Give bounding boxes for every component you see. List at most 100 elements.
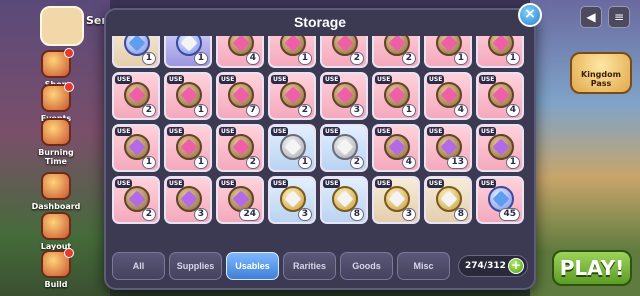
item-slot[interactable]: USE1	[424, 36, 472, 68]
item-count: 2	[297, 104, 312, 117]
item-slot[interactable]: USE4	[476, 72, 524, 120]
dashboard-icon	[41, 172, 71, 200]
item-slot[interactable]: USE1	[164, 72, 212, 120]
item-slot[interactable]: USE1	[476, 36, 524, 68]
item-slot[interactable]: USE4	[216, 36, 264, 68]
tab-supplies[interactable]: Supplies	[169, 252, 222, 280]
item-slot[interactable]: USE 3	[372, 176, 420, 224]
item-count: 1	[193, 104, 208, 117]
tab-misc[interactable]: Misc	[397, 252, 450, 280]
item-slot[interactable]: USE1	[112, 124, 160, 172]
item-slot[interactable]: USE 45	[476, 176, 524, 224]
burning-time-button[interactable]: Burning Time	[28, 118, 84, 166]
item-slot[interactable]: USE2	[112, 72, 160, 120]
gem-icon	[180, 86, 198, 104]
item-count: 3	[193, 208, 208, 221]
item-count: 3	[297, 208, 312, 221]
item-count: 3	[401, 208, 416, 221]
item-slot[interactable]: USE1	[164, 36, 212, 68]
gem-icon	[336, 138, 354, 156]
build-button[interactable]: Build	[28, 248, 84, 289]
top-right-toolbar: ◀ ≡	[580, 6, 630, 28]
megaphone-icon[interactable]: ◀	[580, 6, 602, 28]
gem-icon	[284, 86, 302, 104]
gem-icon	[388, 36, 406, 52]
item-count: 24	[239, 208, 260, 221]
item-slot[interactable]: USE1	[164, 124, 212, 172]
item-slot[interactable]: USE2	[320, 36, 368, 68]
item-count: 3	[349, 104, 364, 117]
item-count: 1	[505, 156, 520, 169]
kingdom-pass-button[interactable]: Kingdom Pass	[570, 52, 632, 94]
item-slot[interactable]: USE 8	[424, 176, 472, 224]
item-slot[interactable]: USE 3	[268, 176, 316, 224]
close-button[interactable]: ×	[518, 3, 542, 27]
item-count: 2	[141, 208, 156, 221]
notification-badge	[64, 82, 74, 92]
notification-badge	[64, 48, 74, 58]
gem-icon	[336, 36, 354, 52]
item-slot[interactable]: USE2	[320, 124, 368, 172]
gem-icon	[440, 36, 458, 52]
item-slot[interactable]: USE2	[216, 124, 264, 172]
item-slot[interactable]: USE2	[112, 176, 160, 224]
item-count: 2	[245, 156, 260, 169]
item-slot[interactable]: USE 13	[424, 124, 472, 172]
category-tabs: All Supplies Usables Rarities Goods Misc…	[112, 250, 532, 282]
burning-time-label: Burning Time	[38, 148, 74, 166]
item-count: 1	[401, 104, 416, 117]
item-slot[interactable]: USE 3	[164, 176, 212, 224]
item-slot[interactable]: USE4	[424, 72, 472, 120]
item-count: 45	[499, 208, 520, 221]
gem-icon	[128, 36, 146, 52]
item-count: 2	[141, 104, 156, 117]
item-count: 1	[141, 52, 156, 65]
item-count: 1	[193, 52, 208, 65]
layout-button[interactable]: Layout	[28, 212, 84, 251]
item-slot[interactable]: USE 8	[320, 176, 368, 224]
storage-window: Storage USE1USE1USE4USE1USE2USE2USE1USE1…	[104, 8, 536, 290]
item-slot[interactable]: USE1	[112, 36, 160, 68]
item-slot[interactable]: USE 24	[216, 176, 264, 224]
gem-icon	[388, 138, 406, 156]
gem-icon	[388, 86, 406, 104]
tab-rarities[interactable]: Rarities	[283, 252, 336, 280]
item-count: 8	[349, 208, 364, 221]
gem-icon	[492, 190, 510, 208]
gem-icon	[492, 138, 510, 156]
item-slot[interactable]: USE 3	[320, 72, 368, 120]
gem-icon	[180, 36, 198, 52]
gem-icon	[388, 190, 406, 208]
item-slot[interactable]: USE 7	[216, 72, 264, 120]
gem-icon	[180, 190, 198, 208]
gem-icon	[232, 138, 250, 156]
item-slot[interactable]: USE4	[372, 124, 420, 172]
gem-icon	[336, 86, 354, 104]
notification-badge	[64, 248, 74, 258]
gem-icon	[180, 138, 198, 156]
profile-avatar[interactable]	[40, 6, 84, 46]
item-count: 1	[193, 156, 208, 169]
gem-icon	[284, 138, 302, 156]
item-count: 8	[453, 208, 468, 221]
dashboard-button[interactable]: Dashboard	[28, 172, 84, 211]
item-slot[interactable]: USE1	[268, 124, 316, 172]
gem-icon	[440, 138, 458, 156]
gem-icon	[284, 190, 302, 208]
item-slot[interactable]: USE2	[268, 72, 316, 120]
item-slot[interactable]: USE1	[268, 36, 316, 68]
menu-icon[interactable]: ≡	[608, 6, 630, 28]
item-grid-scroll[interactable]: USE1USE1USE4USE1USE2USE2USE1USE1USE2USE1…	[112, 36, 532, 248]
item-slot[interactable]: USE1	[372, 72, 420, 120]
item-slot[interactable]: USE1	[476, 124, 524, 172]
item-count: 1	[141, 156, 156, 169]
storage-capacity: 274/312 +	[458, 255, 528, 277]
play-button[interactable]: PLAY!	[552, 250, 632, 286]
tab-goods[interactable]: Goods	[340, 252, 393, 280]
expand-storage-button[interactable]: +	[508, 258, 524, 274]
tab-usables[interactable]: Usables	[226, 252, 279, 280]
item-count: 2	[401, 52, 416, 65]
item-count: 1	[505, 52, 520, 65]
item-slot[interactable]: USE2	[372, 36, 420, 68]
tab-all[interactable]: All	[112, 252, 165, 280]
